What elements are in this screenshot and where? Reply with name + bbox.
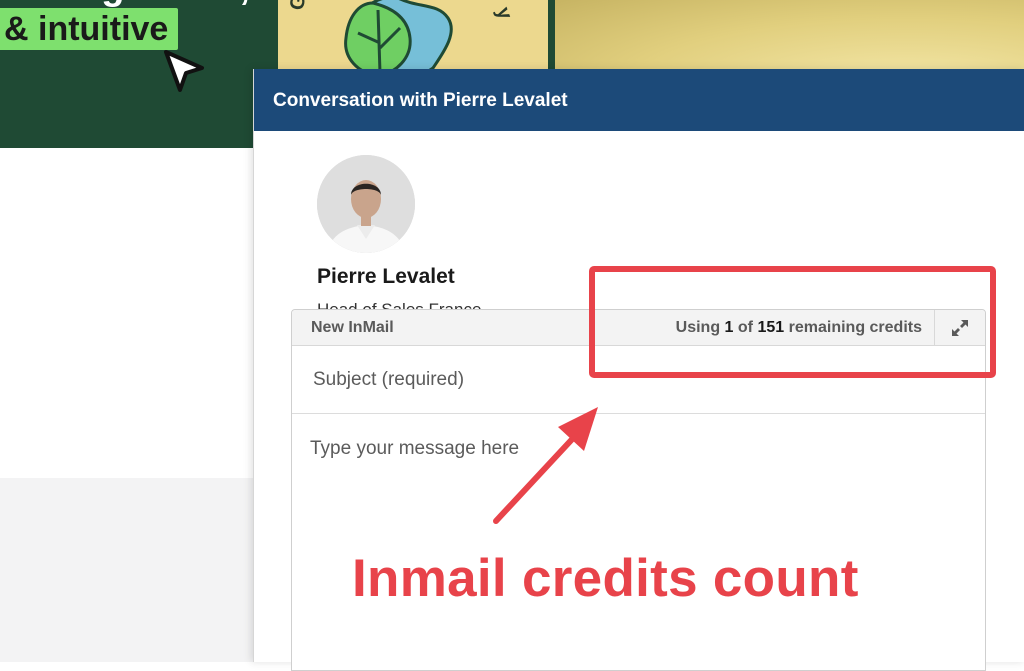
message-field[interactable] bbox=[292, 414, 985, 670]
modal-title: Conversation with Pierre Levalet bbox=[273, 90, 568, 111]
avatar[interactable] bbox=[317, 155, 415, 253]
annotation-label: Inmail credits count bbox=[352, 549, 859, 608]
profile-name[interactable]: Pierre Levalet bbox=[317, 265, 455, 289]
background-gray-area bbox=[0, 478, 260, 662]
person-photo-icon bbox=[317, 155, 415, 253]
annotation-highlight-box bbox=[589, 266, 996, 378]
pointer-cursor-icon bbox=[164, 50, 204, 92]
annotation-arrow-icon bbox=[493, 407, 598, 524]
composer-label: New InMail bbox=[311, 319, 394, 336]
banner-highlight-text: & intuitive bbox=[0, 8, 179, 50]
leaf-icon: × bbox=[344, 0, 453, 78]
modal-header: Conversation with Pierre Levalet bbox=[254, 69, 1024, 131]
